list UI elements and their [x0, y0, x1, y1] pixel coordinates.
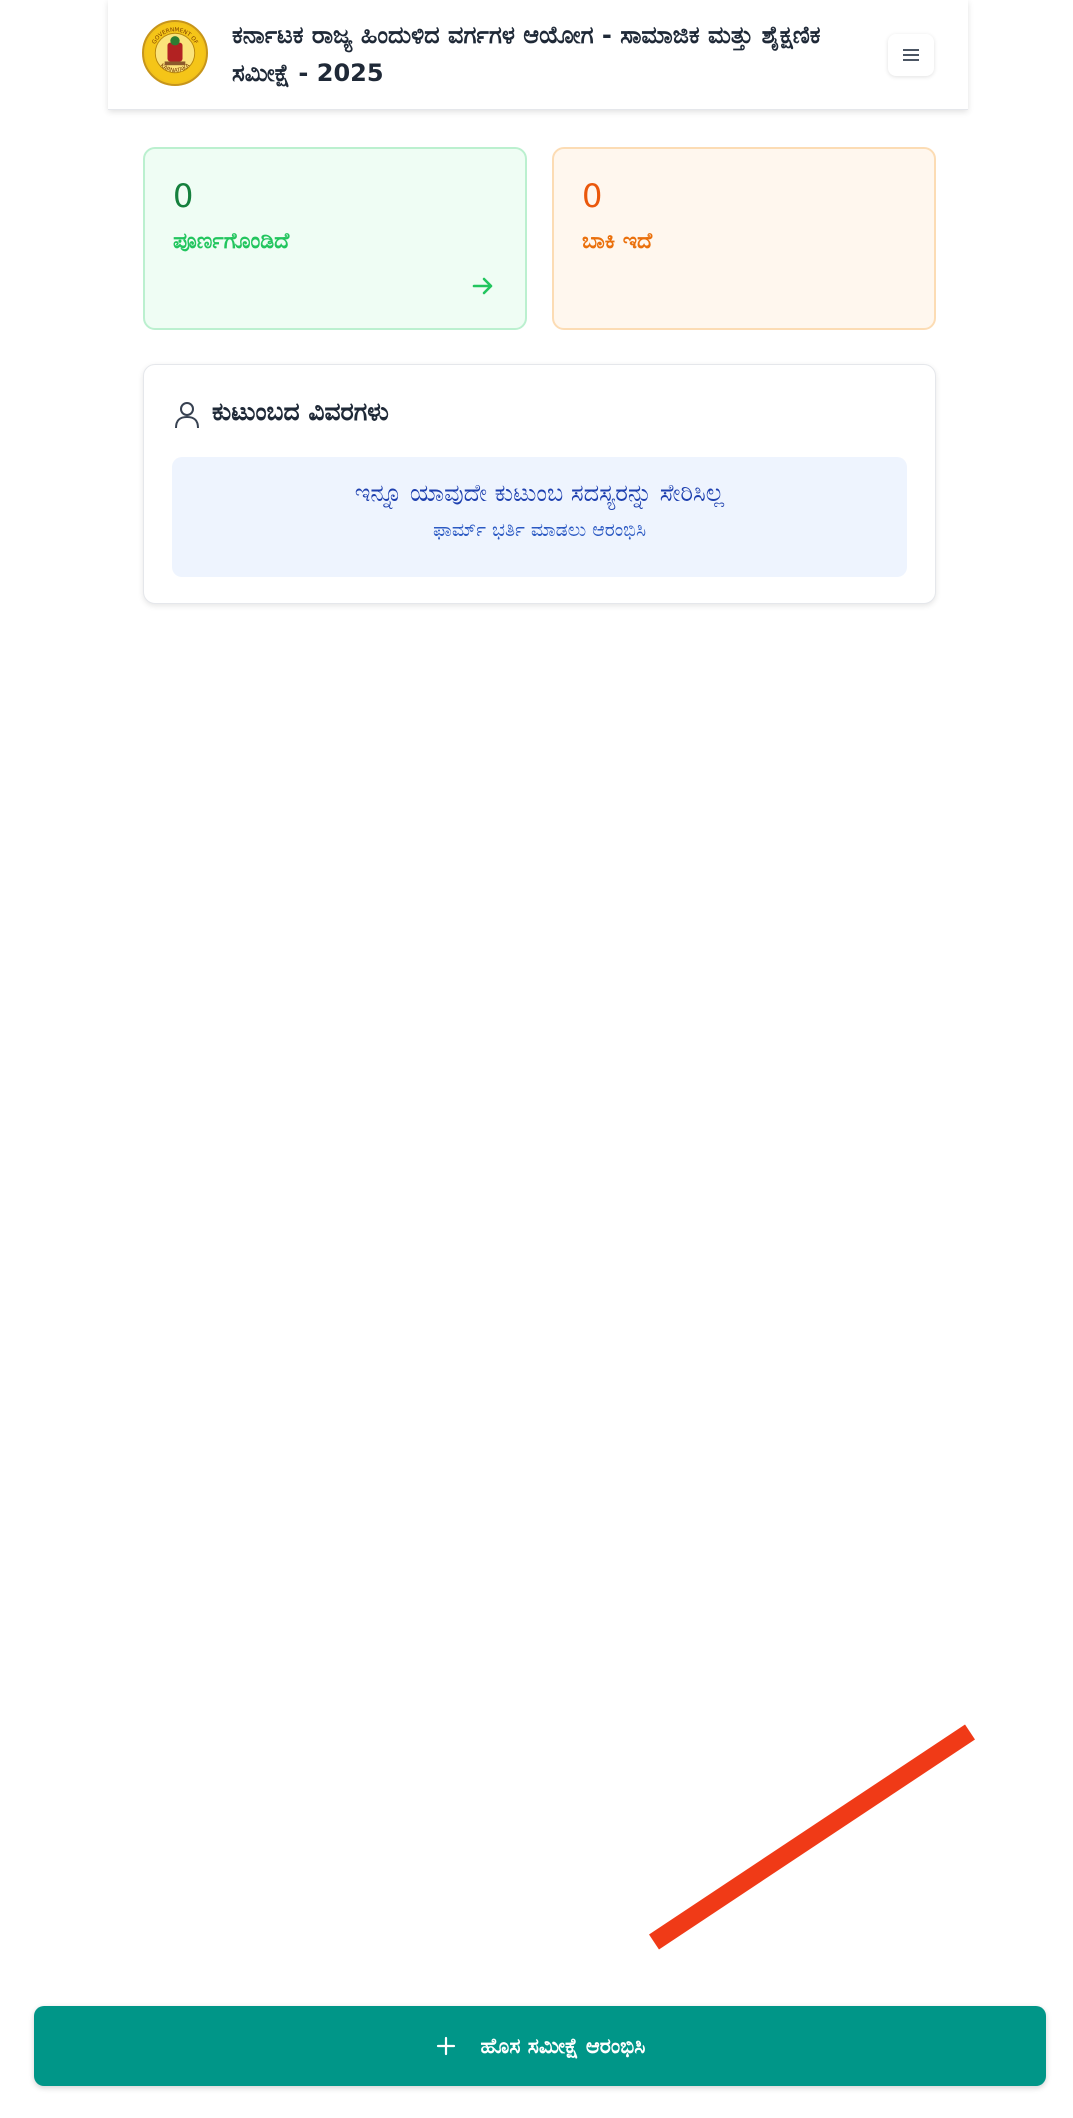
karnataka-emblem-logo: GOVERNMENT OF KARNATAKA [142, 20, 208, 86]
plus-icon [436, 2036, 455, 2056]
start-new-survey-button[interactable]: ಹೊಸ ಸಮೀಕ್ಷೆ ಆರಂಭಿಸಿ [34, 2006, 1046, 2086]
menu-button[interactable] [888, 34, 934, 76]
pending-stat-card[interactable]: 0 ಬಾಕಿ ಇದೆ [552, 147, 936, 330]
app-header: GOVERNMENT OF KARNATAKA ಕರ್ನಾಟಕ ರಾಜ್ಯ ಹಿಂ… [108, 0, 968, 110]
family-details-card: ಕುಟುಂಬದ ವಿವರಗಳು ಇನ್ನೂ ಯಾವುದೇ ಕುಟುಂಬ ಸದಸ್… [143, 364, 936, 604]
pending-label: ಬಾಕಿ ಇದೆ [582, 229, 653, 254]
completed-stat-card[interactable]: 0 ಪೂರ್ಣಗೊಂಡಿದೆ [143, 147, 527, 330]
survey-dashboard: GOVERNMENT OF KARNATAKA ಕರ್ನಾಟಕ ರಾಜ್ಯ ಹಿಂ… [0, 0, 1073, 2118]
red-annotation-stroke [649, 1724, 975, 1950]
pending-count: 0 [582, 177, 603, 215]
page-title: ಕರ್ನಾಟಕ ರಾಜ್ಯ ಹಿಂದುಳಿದ ವರ್ಗಗಳ ಆಯೋಗ - ಸಾಮ… [232, 21, 821, 87]
empty-state-hint: ಫಾರ್ಮ್ ಭರ್ತಿ ಮಾಡಲು ಆರಂಭಿಸಿ [432, 519, 647, 541]
user-icon [175, 402, 199, 429]
completed-count: 0 [173, 177, 194, 215]
completed-label: ಪೂರ್ಣಗೊಂಡಿದೆ [173, 229, 290, 254]
hamburger-icon [903, 49, 919, 61]
empty-state-box: ಇನ್ನೂ ಯಾವುದೇ ಕುಟುಂಬ ಸದಸ್ಯರನ್ನು ಸೇರಿಸಿಲ್ಲ… [172, 457, 907, 577]
start-new-survey-label: ಹೊಸ ಸಮೀಕ್ಷೆ ಆರಂಭಿಸಿ [480, 2033, 646, 2058]
empty-state-message: ಇನ್ನೂ ಯಾವುದೇ ಕುಟುಂಬ ಸದಸ್ಯರನ್ನು ಸೇರಿಸಿಲ್ಲ [354, 479, 725, 507]
arrow-right-icon [472, 277, 493, 295]
family-details-title: ಕುಟುಂಬದ ವಿವರಗಳು [212, 397, 389, 426]
